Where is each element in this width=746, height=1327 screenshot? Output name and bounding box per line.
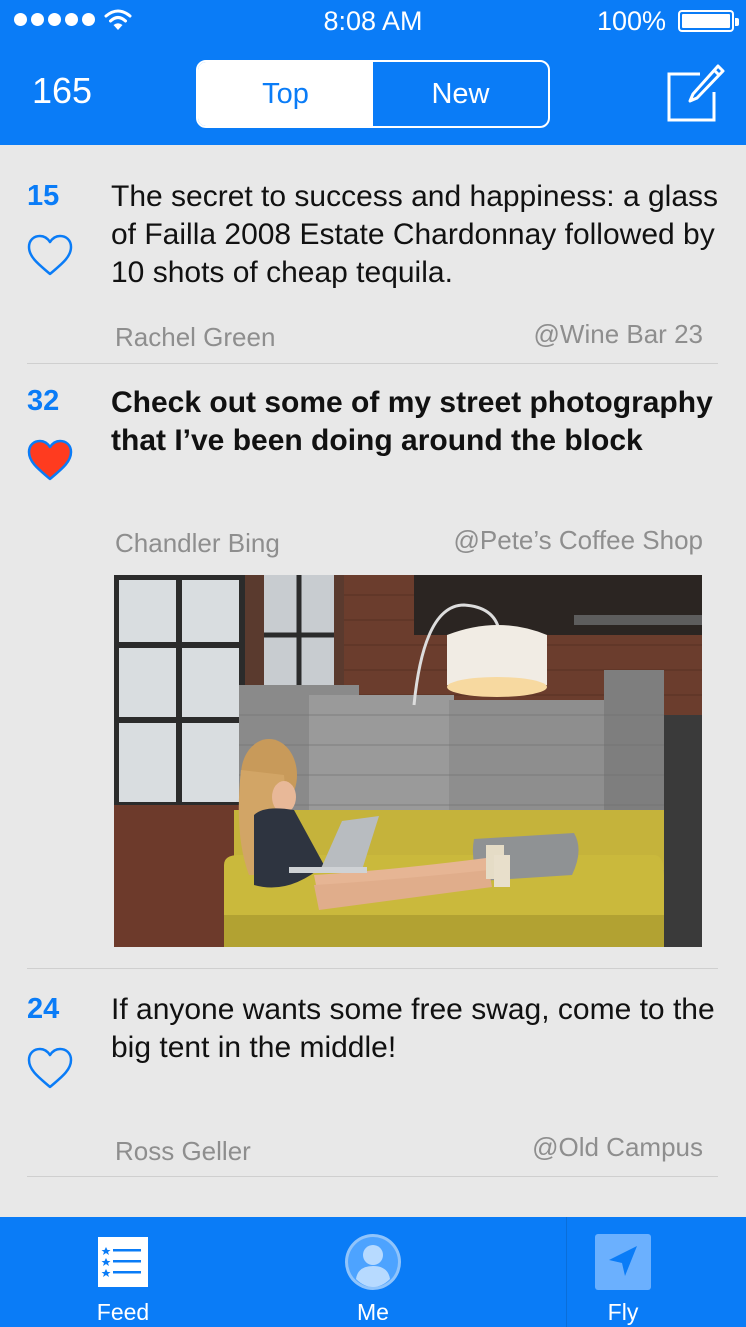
- tab-fly[interactable]: Fly: [533, 1217, 713, 1327]
- tab-top[interactable]: Top: [198, 62, 373, 126]
- heart-filled-icon[interactable]: [26, 438, 74, 482]
- post-divider: [27, 968, 718, 969]
- post-text: Check out some of my street photography …: [111, 386, 713, 457]
- post-author: Ross Geller: [115, 1136, 251, 1166]
- battery-percentage: 100%: [596, 6, 666, 36]
- post-like-count: 32: [27, 385, 60, 417]
- tab-feed[interactable]: Feed: [33, 1217, 213, 1327]
- post-text: If anyone wants some free swag, come to …: [111, 993, 715, 1064]
- top-bar: 8:08 AM 100% 165 Top New: [0, 0, 746, 145]
- post-text: The secret to success and happiness: a g…: [111, 180, 719, 289]
- post-photo[interactable]: [114, 575, 702, 947]
- tab-new[interactable]: New: [373, 62, 548, 126]
- post-author: Rachel Green: [115, 322, 276, 352]
- status-bar: 8:08 AM 100%: [0, 0, 746, 44]
- tab-feed-label: Feed: [96, 1299, 150, 1325]
- heart-outline-icon[interactable]: [26, 233, 74, 277]
- heart-outline-icon[interactable]: [26, 1046, 74, 1090]
- post-location[interactable]: @Old Campus: [532, 1132, 703, 1163]
- post-like-count: 15: [27, 180, 60, 212]
- post-location[interactable]: @Pete’s Coffee Shop: [454, 525, 704, 556]
- user-icon: [345, 1234, 401, 1290]
- post-like-count: 24: [27, 993, 60, 1025]
- paper-plane-icon: [595, 1234, 651, 1290]
- feed-icon: [98, 1237, 148, 1287]
- tab-me-label: Me: [357, 1299, 389, 1325]
- tab-me[interactable]: Me: [283, 1217, 463, 1327]
- feed-sort-segmented-control: Top New: [196, 60, 550, 128]
- post-author: Chandler Bing: [115, 528, 280, 558]
- post-location[interactable]: @Wine Bar 23: [534, 319, 703, 350]
- battery-icon: [678, 10, 739, 32]
- post-divider: [27, 1176, 718, 1177]
- karma-count: 165: [32, 70, 93, 111]
- post-divider: [27, 363, 718, 364]
- compose-icon[interactable]: [664, 62, 726, 124]
- tab-fly-label: Fly: [607, 1299, 639, 1325]
- bottom-tab-bar: Feed Me Fly: [0, 1217, 746, 1327]
